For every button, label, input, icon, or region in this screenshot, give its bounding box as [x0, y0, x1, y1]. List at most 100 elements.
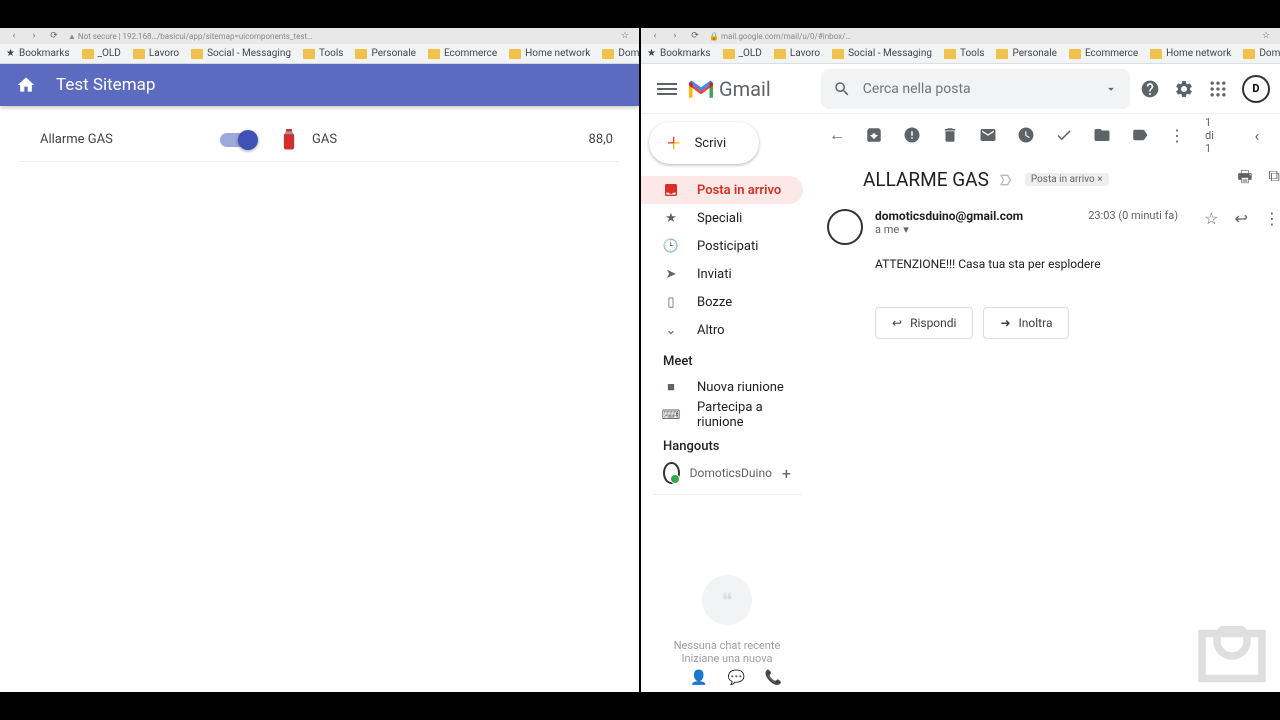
- bookmark-tools[interactable]: Tools: [944, 48, 984, 59]
- bookmark-domoticsduino[interactable]: Domoticsduino: [602, 48, 641, 59]
- more-icon[interactable]: ⋮: [1169, 126, 1185, 144]
- bookmark-home[interactable]: Home network: [509, 48, 590, 59]
- row-allarme-gas: Allarme GAS GAS 88,0: [20, 118, 619, 162]
- reply-icon: ↩: [892, 316, 902, 330]
- forward-icon[interactable]: ›: [669, 30, 681, 42]
- bookmark-star[interactable]: ★Bookmarks: [6, 48, 70, 59]
- watermark: [1192, 626, 1272, 686]
- bookmark-social[interactable]: Social - Messaging: [191, 48, 291, 59]
- bookmark-old[interactable]: _OLD: [82, 48, 121, 59]
- label-icon[interactable]: [1131, 126, 1149, 144]
- settings-icon[interactable]: [1174, 79, 1194, 99]
- clock-icon: 🕒: [663, 238, 679, 254]
- back-icon[interactable]: ‹: [8, 30, 20, 42]
- reload-icon[interactable]: ⟳: [689, 30, 701, 42]
- chat-icon[interactable]: 💬: [727, 670, 744, 686]
- prev-icon[interactable]: ‹: [1248, 126, 1266, 144]
- email-body: ATTENZIONE!!! Casa tua sta per esplodere: [813, 251, 1280, 291]
- nav-snoozed[interactable]: 🕒Posticipati: [641, 232, 803, 260]
- nav-sent[interactable]: ➤Inviati: [641, 260, 803, 288]
- hangouts-tabs: 👤 💬 📞: [690, 670, 782, 686]
- hangouts-avatar: [663, 462, 680, 484]
- nav-starred[interactable]: ★Speciali: [641, 204, 803, 232]
- nav-inbox[interactable]: Posta in arrivo: [641, 176, 803, 204]
- person-icon[interactable]: 👤: [690, 670, 707, 686]
- search-input[interactable]: [863, 81, 1092, 97]
- print-icon[interactable]: 🖶: [1237, 166, 1252, 193]
- phone-icon[interactable]: 📞: [765, 670, 782, 686]
- chevron-down-icon: ⌄: [663, 322, 679, 338]
- star-icon[interactable]: ☆: [1204, 209, 1218, 228]
- forward-button[interactable]: ➜Inoltra: [983, 307, 1069, 339]
- star-icon[interactable]: ☆: [619, 30, 631, 42]
- url-bar[interactable]: 🔒 mail.google.com/mail/u/0/#inbox/…: [709, 32, 1252, 41]
- sender-avatar[interactable]: [827, 209, 863, 245]
- next-icon[interactable]: ›: [1276, 126, 1280, 144]
- back-icon[interactable]: ‹: [649, 30, 661, 42]
- allarme-gas-switch[interactable]: [220, 133, 256, 147]
- reload-icon[interactable]: ⟳: [48, 30, 60, 42]
- star-icon[interactable]: ☆: [1260, 30, 1272, 42]
- bookmark-lavoro[interactable]: Lavoro: [774, 48, 820, 59]
- gmail-main: ← ⋮ 1 di 1 ‹ › AL: [813, 114, 1280, 692]
- bookmark-home[interactable]: Home network: [1150, 48, 1231, 59]
- inbox-tag[interactable]: Posta in arrivo ×: [1025, 173, 1109, 186]
- bookmark-star[interactable]: ★Bookmarks: [647, 48, 711, 59]
- bookmark-personale[interactable]: Personale: [996, 48, 1057, 59]
- browser-toolbar-left: ‹ › ⟳ ▲ Not secure | 192.168…/basicui/ap…: [0, 28, 639, 44]
- unread-icon[interactable]: [979, 126, 997, 144]
- spam-icon[interactable]: [903, 126, 921, 144]
- search-icon: [833, 80, 851, 98]
- task-icon[interactable]: [1055, 126, 1073, 144]
- bookmark-old[interactable]: _OLD: [723, 48, 762, 59]
- email-meta: domoticsduino@gmail.com a me▾ 23:03 (0 m…: [813, 199, 1280, 251]
- bookmark-tools[interactable]: Tools: [303, 48, 343, 59]
- account-avatar[interactable]: D: [1242, 75, 1270, 103]
- archive-icon[interactable]: [865, 126, 883, 144]
- email-from: domoticsduino@gmail.com: [875, 209, 1023, 223]
- bookmark-lavoro[interactable]: Lavoro: [133, 48, 179, 59]
- bookmark-ecommerce[interactable]: Ecommerce: [428, 48, 497, 59]
- gmail-header: Gmail D: [641, 64, 1280, 114]
- inbox-icon: [663, 182, 679, 198]
- sitemap-header: Test Sitemap: [0, 64, 639, 106]
- back-icon[interactable]: ←: [829, 126, 845, 144]
- meet-new[interactable]: ■Nuova riunione: [641, 373, 803, 401]
- menu-icon[interactable]: [657, 79, 677, 99]
- more-icon[interactable]: ⋮: [1264, 209, 1280, 228]
- search-options-icon[interactable]: [1104, 82, 1118, 96]
- hangouts-add-icon[interactable]: +: [782, 464, 791, 483]
- popout-icon[interactable]: ⧉: [1268, 166, 1279, 193]
- bookmarks-bar-left: ★Bookmarks _OLD Lavoro Social - Messagin…: [0, 44, 639, 64]
- video-icon: ■: [663, 379, 679, 395]
- delete-icon[interactable]: [941, 126, 959, 144]
- reply-button[interactable]: ↩Rispondi: [875, 307, 973, 339]
- hangouts-user[interactable]: DomoticsDuino +: [641, 458, 813, 488]
- bookmark-domoticsduino[interactable]: Domoticsduino: [1243, 48, 1280, 59]
- forward-icon[interactable]: ›: [28, 30, 40, 42]
- nav-drafts[interactable]: ▯Bozze: [641, 288, 803, 316]
- nav-more[interactable]: ⌄Altro: [641, 316, 803, 344]
- support-icon[interactable]: [1140, 79, 1160, 99]
- important-icon[interactable]: [999, 172, 1015, 188]
- url-bar[interactable]: ▲ Not secure | 192.168…/basicui/app/site…: [68, 32, 611, 41]
- compose-button[interactable]: + Scrivi: [649, 122, 759, 164]
- allarme-gas-label: Allarme GAS: [20, 132, 220, 147]
- email-toolbar: ← ⋮ 1 di 1 ‹ ›: [813, 114, 1280, 156]
- forward-icon: ➜: [1000, 316, 1010, 330]
- meet-join[interactable]: ⌨Partecipa a riunione: [641, 401, 803, 429]
- search-box[interactable]: [821, 69, 1130, 109]
- home-icon[interactable]: [16, 75, 36, 95]
- keyboard-icon: ⌨: [663, 407, 679, 423]
- gas-canister-icon: [280, 129, 298, 151]
- apps-icon[interactable]: [1208, 79, 1228, 99]
- bookmark-social[interactable]: Social - Messaging: [832, 48, 932, 59]
- email-to[interactable]: a me▾: [875, 223, 1023, 236]
- bookmark-ecommerce[interactable]: Ecommerce: [1069, 48, 1138, 59]
- gmail-logo[interactable]: Gmail: [687, 77, 771, 101]
- hangouts-section: Hangouts: [641, 429, 813, 458]
- bookmark-personale[interactable]: Personale: [355, 48, 416, 59]
- reply-icon[interactable]: ↩: [1234, 209, 1247, 228]
- move-icon[interactable]: [1093, 126, 1111, 144]
- snooze-icon[interactable]: [1017, 126, 1035, 144]
